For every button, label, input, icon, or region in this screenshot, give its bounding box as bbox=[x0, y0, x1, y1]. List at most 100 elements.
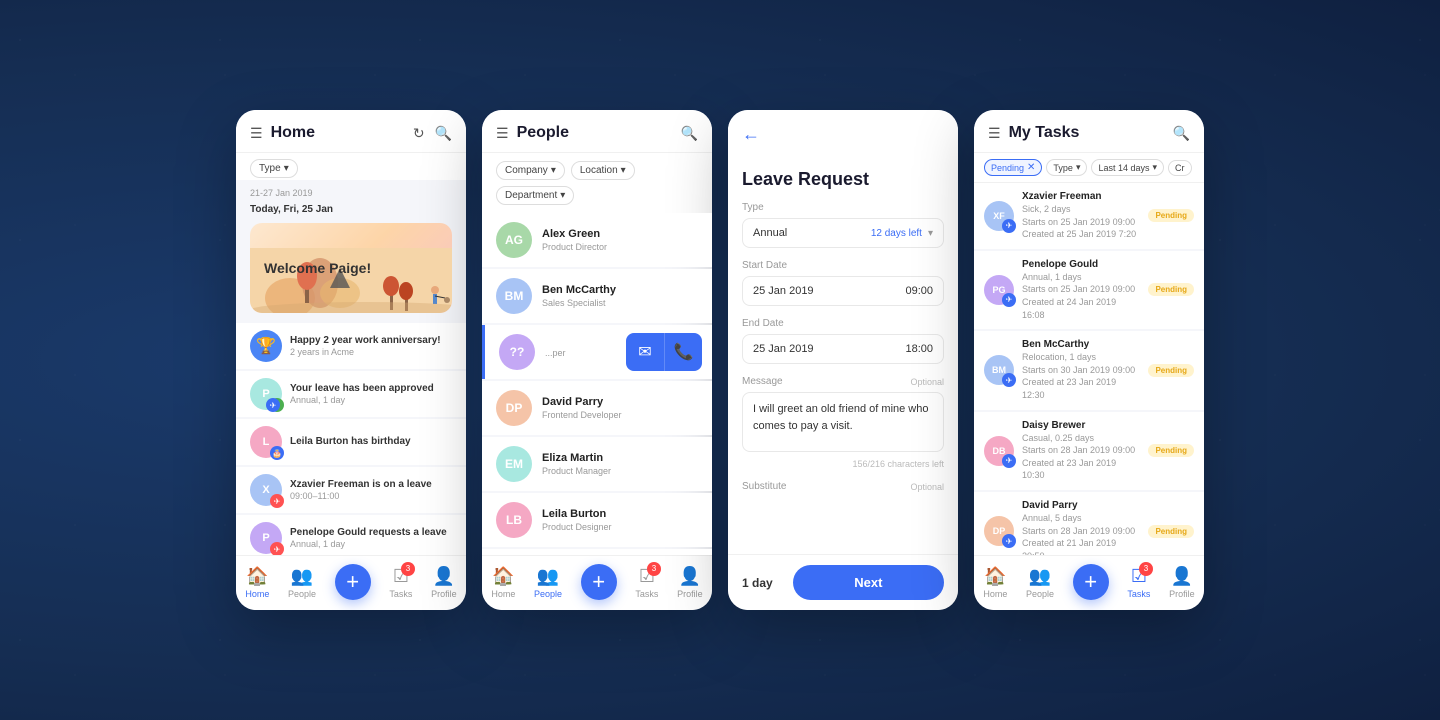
plane-badge: ✈ bbox=[270, 542, 284, 555]
message-textarea[interactable]: I will greet an old friend of mine who c… bbox=[742, 392, 944, 452]
feed-item[interactable]: P ✈ Penelope Gould requests a leave Annu… bbox=[236, 515, 466, 555]
substitute-label-row: Substitute Optional bbox=[742, 481, 944, 492]
feed-item[interactable]: L 🎂 Leila Burton has birthday bbox=[236, 419, 466, 465]
type-right: 12 days left ▾ bbox=[871, 228, 933, 239]
task-item[interactable]: BM ✈ Ben McCarthy Relocation, 1 daysStar… bbox=[974, 331, 1204, 409]
leave-header: ← bbox=[728, 110, 958, 155]
people-title: People bbox=[517, 124, 673, 142]
pending-badge: Pending bbox=[1148, 283, 1194, 296]
next-button[interactable]: Next bbox=[793, 565, 944, 600]
start-label: Start Date bbox=[742, 260, 944, 271]
tasks-badge-wrap: ☑ 3 bbox=[639, 566, 655, 587]
nav-tasks[interactable]: ☑ 3 Tasks bbox=[1127, 566, 1150, 599]
tasks-actions: 🔍 bbox=[1173, 125, 1190, 142]
fab-add[interactable]: + bbox=[335, 564, 371, 600]
type-control[interactable]: Annual 12 days left ▾ bbox=[742, 218, 944, 248]
task-info: Daisy Brewer Casual, 0.25 daysStarts on … bbox=[1022, 420, 1140, 482]
menu-icon[interactable]: ☰ bbox=[988, 125, 1001, 142]
message-optional: Optional bbox=[910, 377, 944, 387]
fab-add[interactable]: + bbox=[581, 564, 617, 600]
person-info: Ben McCarthy Sales Specialist bbox=[542, 284, 698, 308]
nav-home[interactable]: 🏠 Home bbox=[983, 566, 1007, 599]
people-nav-icon: 👥 bbox=[537, 566, 559, 587]
nav-profile[interactable]: 👤 Profile bbox=[431, 566, 457, 599]
nav-people[interactable]: 👥 People bbox=[534, 566, 562, 599]
back-button[interactable]: ← bbox=[742, 124, 760, 145]
nav-tasks[interactable]: ☑ 3 Tasks bbox=[635, 566, 658, 599]
people-card: ☰ People 🔍 Company▾ Location▾ Department… bbox=[482, 110, 712, 610]
nav-home[interactable]: 🏠 Home bbox=[245, 566, 269, 599]
person-info: David Parry Frontend Developer bbox=[542, 396, 698, 420]
person-item-popup[interactable]: ?? ...per ✉ 📞 bbox=[482, 325, 712, 379]
nav-tasks[interactable]: ☑ 3 Tasks bbox=[389, 566, 412, 599]
people-list: AG Alex Green Product Director BM Ben Mc… bbox=[482, 213, 712, 555]
person-info: Eliza Martin Product Manager bbox=[542, 452, 698, 476]
task-item[interactable]: XF ✈ Xzavier Freeman Sick, 2 daysStarts … bbox=[974, 183, 1204, 249]
person-item[interactable]: BM Ben McCarthy Sales Specialist bbox=[482, 269, 712, 323]
person-item[interactable]: EM Eliza Martin Product Manager bbox=[482, 437, 712, 491]
person-item[interactable]: LB Leila Burton Product Designer bbox=[482, 493, 712, 547]
refresh-button[interactable]: ↻ bbox=[413, 125, 425, 142]
person-item[interactable]: PG Penelope Gould Product Designer bbox=[482, 549, 712, 555]
person-avatar: AG bbox=[496, 222, 532, 258]
start-date-control[interactable]: 25 Jan 2019 09:00 bbox=[742, 276, 944, 306]
today-label: Today, Fri, 25 Jan bbox=[236, 202, 466, 223]
nav-people[interactable]: 👥 People bbox=[1026, 566, 1054, 599]
feed-item[interactable]: X ✈ Xzavier Freeman is on a leave 09:00–… bbox=[236, 467, 466, 513]
tasks-filters: Pending ✕ Type▾ Last 14 days▾ Cr bbox=[974, 153, 1204, 183]
leave-footer: 1 day Next bbox=[728, 554, 958, 610]
nav-profile[interactable]: 👤 Profile bbox=[677, 566, 703, 599]
person-item[interactable]: DP David Parry Frontend Developer bbox=[482, 381, 712, 435]
tasks-badge: 3 bbox=[401, 562, 415, 576]
tasks-search-button[interactable]: 🔍 bbox=[1173, 125, 1190, 142]
task-info: Ben McCarthy Relocation, 1 daysStarts on… bbox=[1022, 339, 1140, 401]
company-filter[interactable]: Company▾ bbox=[496, 161, 565, 180]
nav-people[interactable]: 👥 People bbox=[288, 566, 316, 599]
pending-filter[interactable]: Pending ✕ bbox=[984, 159, 1042, 176]
message-label: Message bbox=[742, 376, 783, 387]
email-button[interactable]: ✉ bbox=[626, 333, 664, 371]
days-summary: 1 day bbox=[742, 576, 773, 590]
task-item[interactable]: PG ✈ Penelope Gould Annual, 1 daysStarts… bbox=[974, 251, 1204, 329]
date-filter[interactable]: Last 14 days▾ bbox=[1091, 159, 1164, 176]
profile-nav-icon: 👤 bbox=[679, 566, 701, 587]
tasks-content: Pending ✕ Type▾ Last 14 days▾ Cr XF ✈ bbox=[974, 153, 1204, 555]
more-filter[interactable]: Cr bbox=[1168, 160, 1192, 176]
end-time-value: 18:00 bbox=[905, 343, 933, 355]
task-item[interactable]: DB ✈ Daisy Brewer Casual, 0.25 daysStart… bbox=[974, 412, 1204, 490]
date-range: 21-27 Jan 2019 bbox=[236, 180, 466, 202]
feed-text: Happy 2 year work anniversary! 2 years i… bbox=[290, 335, 452, 357]
search-button[interactable]: 🔍 bbox=[435, 125, 452, 142]
task-type-badge: ✈ bbox=[1002, 219, 1016, 233]
task-item[interactable]: DP ✈ David Parry Annual, 5 daysStarts on… bbox=[974, 492, 1204, 555]
nav-home[interactable]: 🏠 Home bbox=[491, 566, 515, 599]
tasks-badge-wrap: ☑ 3 bbox=[393, 566, 409, 587]
plane-badge: ✈ bbox=[270, 494, 284, 508]
person-avatar: BM bbox=[496, 278, 532, 314]
type-filter[interactable]: Type▾ bbox=[1046, 159, 1087, 176]
feed-avatar-wrap: P ✓ ✈ bbox=[250, 378, 282, 410]
profile-nav-icon: 👤 bbox=[433, 566, 455, 587]
type-field-group: Type Annual 12 days left ▾ bbox=[742, 202, 944, 248]
fab-add[interactable]: + bbox=[1073, 564, 1109, 600]
menu-icon[interactable]: ☰ bbox=[250, 125, 263, 142]
feed-item[interactable]: 🏆 Happy 2 year work anniversary! 2 years… bbox=[236, 323, 466, 369]
message-group: Message Optional I will greet an old fri… bbox=[742, 376, 944, 469]
cake-badge: 🎂 bbox=[270, 446, 284, 460]
end-date-control[interactable]: 25 Jan 2019 18:00 bbox=[742, 334, 944, 364]
feed-item[interactable]: P ✓ ✈ Your leave has been approved Annua… bbox=[236, 371, 466, 417]
people-search-button[interactable]: 🔍 bbox=[681, 125, 698, 142]
type-filter[interactable]: Type ▾ bbox=[250, 159, 298, 178]
nav-profile[interactable]: 👤 Profile bbox=[1169, 566, 1195, 599]
plane-badge: ✈ bbox=[266, 398, 280, 412]
task-type-badge: ✈ bbox=[1002, 454, 1016, 468]
tasks-title: My Tasks bbox=[1009, 124, 1165, 142]
close-icon[interactable]: ✕ bbox=[1027, 162, 1035, 173]
department-filter[interactable]: Department▾ bbox=[496, 186, 574, 205]
days-left: 12 days left bbox=[871, 228, 922, 239]
menu-icon[interactable]: ☰ bbox=[496, 125, 509, 142]
pending-badge: Pending bbox=[1148, 209, 1194, 222]
call-button[interactable]: 📞 bbox=[664, 333, 702, 371]
person-item[interactable]: AG Alex Green Product Director bbox=[482, 213, 712, 267]
location-filter[interactable]: Location▾ bbox=[571, 161, 635, 180]
